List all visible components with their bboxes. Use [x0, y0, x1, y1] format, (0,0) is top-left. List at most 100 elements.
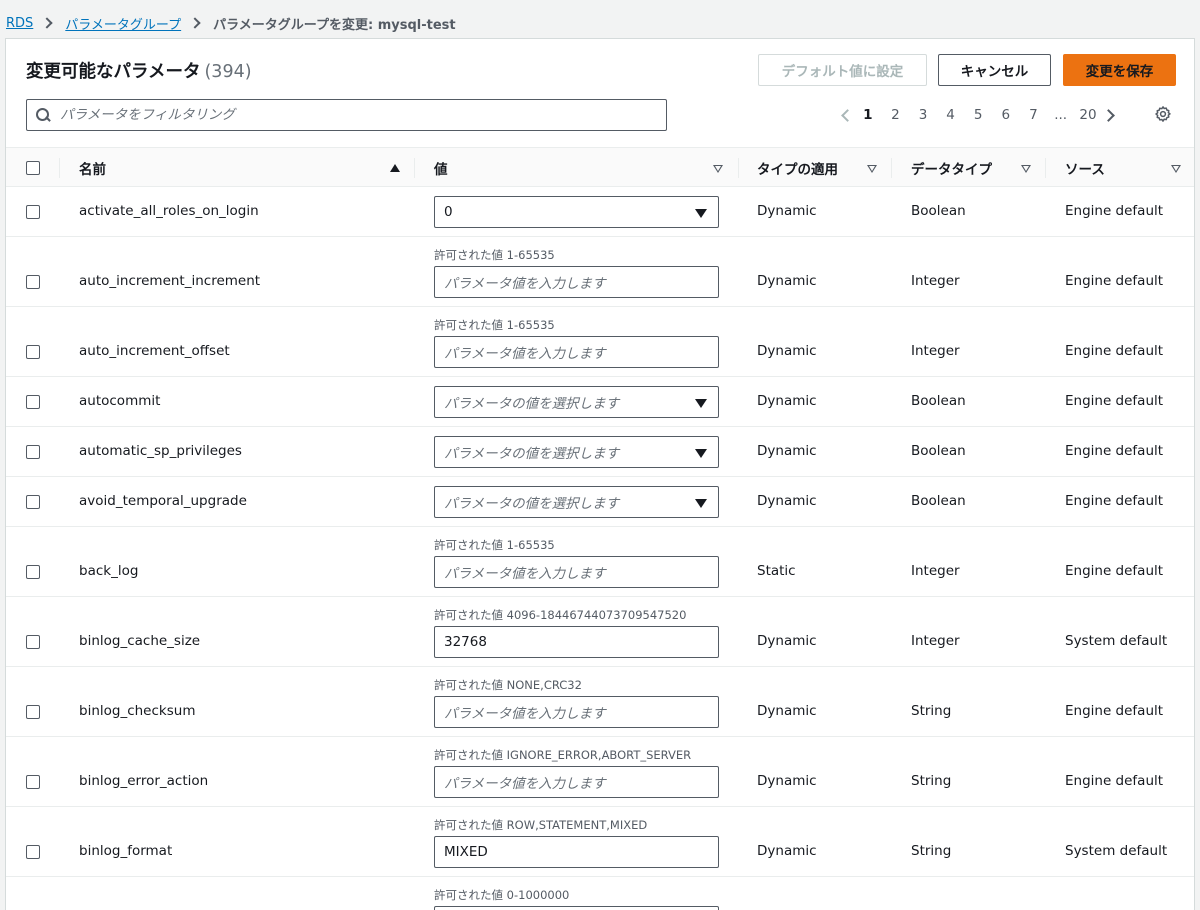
row-checkbox[interactable]	[26, 205, 40, 219]
search-icon	[36, 108, 50, 122]
column-header-value[interactable]: 値	[434, 148, 448, 188]
source: System default	[1065, 843, 1168, 859]
apply-type: Dynamic	[757, 843, 817, 859]
filter-input[interactable]	[60, 107, 650, 123]
parameter-name: binlog_error_action	[79, 773, 209, 789]
parameter-name: activate_all_roles_on_login	[79, 203, 259, 219]
data-type: String	[911, 703, 952, 719]
parameter-value-select[interactable]: パラメータの値を選択します	[434, 436, 719, 468]
input-value: パラメータ値を入力します	[444, 706, 606, 722]
column-header-name[interactable]: 名前	[79, 148, 106, 188]
apply-type: Dynamic	[757, 393, 817, 409]
column-header-source[interactable]: ソース	[1065, 148, 1105, 188]
column-header-apply-type[interactable]: タイプの適用	[757, 148, 838, 188]
row-checkbox[interactable]	[26, 845, 40, 859]
gear-icon[interactable]	[1153, 104, 1173, 124]
caret-down-icon	[695, 399, 707, 408]
row-checkbox[interactable]	[26, 445, 40, 459]
filter-box	[26, 99, 667, 131]
breadcrumb: RDS パラメータグループ パラメータグループを変更: mysql-test	[6, 13, 456, 33]
parameter-value-input[interactable]: パラメータ値を入力します	[434, 336, 719, 368]
column-header-data-type[interactable]: データタイプ	[911, 148, 992, 188]
table-row: binlog_cache_size 許可された値 4096-18446744073…	[6, 597, 1194, 667]
parameter-value-input[interactable]: パラメータ値を入力します	[434, 696, 719, 728]
row-checkbox[interactable]	[26, 345, 40, 359]
data-type: Boolean	[911, 493, 966, 509]
parameter-value-select[interactable]: パラメータの値を選択します	[434, 386, 719, 418]
pagination: 1 2 3 4 5 6 7 ... 20	[836, 104, 1120, 126]
select-all-checkbox[interactable]	[26, 148, 40, 188]
row-checkbox[interactable]	[26, 775, 40, 789]
input-value: パラメータ値を入力します	[444, 346, 606, 362]
parameter-value-input[interactable]: パラメータ値を入力します	[434, 266, 719, 298]
input-value: パラメータ値を入力します	[444, 566, 606, 582]
table-row: binlog_format 許可された値 ROW,STATEMENT,MIXED M…	[6, 807, 1194, 877]
allowed-values-hint: 許可された値 NONE,CRC32	[434, 678, 582, 692]
row-checkbox[interactable]	[26, 395, 40, 409]
row-checkbox[interactable]	[26, 275, 40, 289]
page-5[interactable]: 5	[964, 107, 992, 123]
data-type: String	[911, 843, 952, 859]
data-type: Boolean	[911, 203, 966, 219]
apply-type: Dynamic	[757, 703, 817, 719]
parameter-value-select[interactable]: 0	[434, 196, 719, 228]
sort-icon[interactable]	[1171, 148, 1181, 188]
allowed-values-hint: 許可された値 1-65535	[434, 318, 555, 332]
breadcrumb-parameter-groups-link[interactable]: パラメータグループ	[65, 14, 181, 33]
next-page-icon[interactable]	[1102, 104, 1120, 126]
parameter-name: back_log	[79, 563, 139, 579]
data-type: Boolean	[911, 443, 966, 459]
input-value: 32768	[444, 634, 487, 650]
page-2[interactable]: 2	[882, 107, 910, 123]
sort-icon[interactable]	[1021, 148, 1031, 188]
source: Engine default	[1065, 343, 1164, 359]
parameter-value-input[interactable]: 32768	[434, 626, 719, 658]
parameter-value-input[interactable]: パラメータ値を入力します	[434, 556, 719, 588]
parameter-name: binlog_cache_size	[79, 633, 201, 649]
data-type: Integer	[911, 273, 960, 289]
source: Engine default	[1065, 443, 1164, 459]
allowed-values-hint: 許可された値 IGNORE_ERROR,ABORT_SERVER	[434, 748, 692, 762]
parameter-value-input[interactable]: パラメータ値を入力します	[434, 766, 719, 798]
source: Engine default	[1065, 203, 1164, 219]
source: Engine default	[1065, 773, 1164, 789]
page-7[interactable]: 7	[1020, 107, 1048, 123]
parameter-value-select[interactable]: パラメータの値を選択します	[434, 486, 719, 518]
allowed-values-hint: 許可された値 ROW,STATEMENT,MIXED	[434, 818, 648, 832]
page-1[interactable]: 1	[854, 107, 882, 123]
table-row: avoid_temporal_upgrade パラメータの値を選択します Dynam…	[6, 477, 1194, 527]
sort-icon[interactable]	[713, 148, 723, 188]
breadcrumb-current: パラメータグループを変更: mysql-test	[213, 17, 456, 33]
pagination-ellipsis: ...	[1054, 107, 1068, 123]
parameter-name: auto_increment_increment	[79, 273, 261, 289]
row-checkbox[interactable]	[26, 705, 40, 719]
page-3[interactable]: 3	[909, 107, 937, 123]
chevron-right-icon	[189, 17, 201, 29]
table-row: binlog_error_action 許可された値 IGNORE_ERROR,A…	[6, 737, 1194, 807]
row-checkbox[interactable]	[26, 495, 40, 509]
sort-icon[interactable]	[867, 148, 877, 188]
page-20[interactable]: 20	[1074, 107, 1102, 123]
page-title: 変更可能なパラメータ (394)	[26, 58, 252, 83]
sort-ascending-icon[interactable]	[390, 148, 400, 188]
table-row: autocommit パラメータの値を選択します Dynamic Boolean Eng…	[6, 377, 1194, 427]
page-6[interactable]: 6	[992, 107, 1020, 123]
parameter-value-input[interactable]: パラメータ値を入力します	[434, 906, 719, 910]
parameter-value-input[interactable]: MIXED	[434, 836, 719, 868]
allowed-values-hint: 許可された値 1-65535	[434, 538, 555, 552]
input-value: パラメータ値を入力します	[444, 276, 606, 292]
page-4[interactable]: 4	[937, 107, 965, 123]
reset-to-default-button[interactable]: デフォルト値に設定	[758, 54, 927, 86]
allowed-values-hint: 許可された値 1-65535	[434, 248, 555, 262]
parameter-name: auto_increment_offset	[79, 343, 230, 359]
data-type: Integer	[911, 343, 960, 359]
row-checkbox[interactable]	[26, 635, 40, 649]
source: Engine default	[1065, 393, 1164, 409]
cancel-button[interactable]: キャンセル	[938, 54, 1051, 86]
breadcrumb-rds-link[interactable]: RDS	[6, 16, 33, 31]
select-value: パラメータの値を選択します	[444, 396, 620, 412]
row-checkbox[interactable]	[26, 565, 40, 579]
save-changes-button[interactable]: 変更を保存	[1063, 54, 1176, 86]
parameter-name: automatic_sp_privileges	[79, 443, 242, 459]
previous-page-icon[interactable]	[836, 104, 854, 126]
